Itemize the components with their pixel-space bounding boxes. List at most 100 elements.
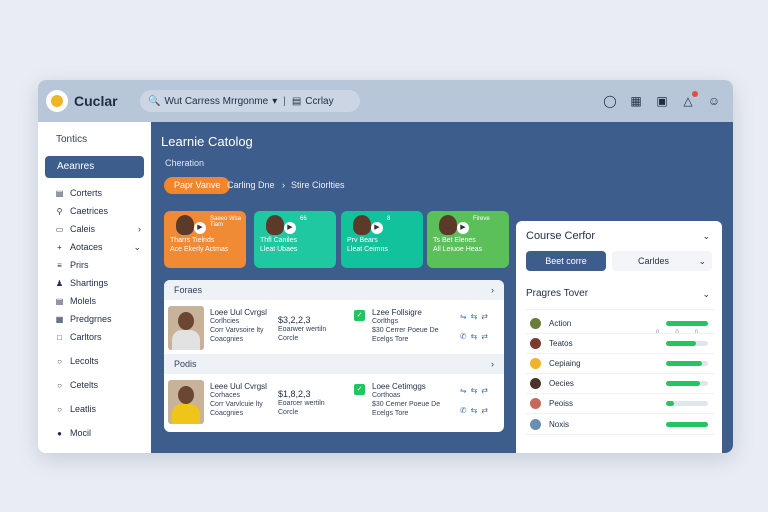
sync-icon[interactable]: ⇆ [471, 332, 482, 341]
filter-chip[interactable]: Stire Ciorlties [291, 180, 345, 190]
sidebar-item[interactable]: ⚲ Caetrices [55, 202, 151, 220]
filter-label[interactable]: Ccrlay [305, 96, 333, 107]
row-actions[interactable]: ✆⇆⇄ [460, 406, 492, 415]
share-icon[interactable]: ⇄ [481, 312, 492, 321]
sidebar-item-active[interactable]: Aeanres [45, 156, 144, 178]
phone-icon[interactable]: ✆ [460, 406, 471, 415]
search-input[interactable]: Wut Carress Mrrgonme [164, 96, 268, 107]
section-header[interactable]: Foraes › [164, 280, 504, 300]
sidebar-item[interactable]: ○ Lecolts [55, 352, 151, 370]
card-text: Tharrs Tielnds Ace Ekerly Actmas [170, 236, 240, 254]
people-icon: ♟ [55, 278, 64, 288]
sidebar-item[interactable]: ● Mocil [55, 424, 151, 442]
sidebar-item[interactable]: ≡ Prirs [55, 256, 151, 274]
sidebar-item[interactable]: + Aotaces ⌄ [55, 238, 151, 256]
search-bar[interactable]: 🔍 Wut Carress Mrrgonme ▾ | ▤ Ccrlay [140, 90, 360, 112]
play-icon[interactable]: ▶ [457, 222, 469, 234]
sync-icon[interactable]: ⇆ [471, 312, 482, 321]
progress-row[interactable]: Cepiaing [530, 356, 710, 370]
sidebar-item[interactable]: ▤ Molels [55, 292, 151, 310]
sidebar-item[interactable]: ▭ Caleis › [55, 220, 151, 238]
row-number: $1,8,2,3 [278, 389, 311, 399]
progress-row[interactable]: Peoiss [530, 396, 710, 410]
progress-fill [666, 400, 674, 406]
progress-label: Peoiss [549, 398, 574, 408]
divider [526, 413, 714, 414]
sidebar-item[interactable]: □ Carltors [55, 328, 151, 346]
link-icon[interactable]: ⇋ [460, 386, 471, 395]
brand[interactable]: Cuclar [46, 90, 134, 112]
row-actions[interactable]: ✆⇆⇄ [460, 332, 492, 341]
notification-icon[interactable]: △ [681, 91, 698, 108]
chevron-right-icon: › [282, 180, 285, 190]
progress-row[interactable]: Action [530, 316, 710, 330]
progress-row[interactable]: Noxis [530, 417, 710, 431]
play-icon[interactable]: ▶ [371, 222, 383, 234]
progress-label: Teatos [549, 338, 573, 348]
phone-icon[interactable]: ✆ [460, 332, 471, 341]
sidebar-item-label: Carltors [70, 332, 102, 342]
row-course-title: Lzee Follsigre [372, 308, 422, 317]
grid-icon[interactable]: ▦ [629, 94, 643, 108]
row-title: Leee Uul Cvrgsl [210, 382, 267, 391]
share-icon[interactable]: ⇄ [481, 386, 492, 395]
sync-icon[interactable]: ⇆ [471, 406, 482, 415]
segment-dropdown[interactable]: Carldes ⌄ [612, 251, 712, 271]
chevron-down-icon[interactable]: ⌄ [702, 231, 710, 242]
progress-label: Cepiaing [549, 358, 581, 368]
progress-row[interactable]: Oecies [530, 376, 710, 390]
sidebar-item[interactable]: ▦ Predgrnes [55, 310, 151, 328]
row-actions[interactable]: ⇋⇆⇄ [460, 386, 492, 395]
row-meta: $30 Cerner Poeue De [372, 401, 441, 408]
table-row[interactable]: Leee Uul Cvrgsl Corhaces Corr Varvlcuie lt… [164, 374, 504, 428]
chevron-down-icon[interactable]: ⌄ [702, 289, 710, 300]
course-card[interactable]: ▶ Saeeo Wsa Tiam Tharrs Tielnds Ace Ekerl… [164, 211, 246, 268]
card-tag: 8 [387, 216, 391, 222]
sidebar-item-label: Aotaces [70, 242, 103, 252]
play-icon[interactable]: ▶ [194, 222, 206, 234]
course-list-panel: Foraes › Loee Uul Cvrgsl Corlhcies Corr Var… [164, 280, 504, 432]
sidebar-item[interactable]: ♟ Shartings [55, 274, 151, 292]
sync-icon[interactable]: ⇆ [471, 386, 482, 395]
sidebar-item[interactable]: ○ Leatlis [55, 400, 151, 418]
course-card[interactable]: ▶ 66 Thfl Caniles Lleat Ubaes [254, 211, 336, 268]
filter-chip[interactable]: Carling Dne [227, 180, 275, 190]
divider [526, 309, 714, 310]
circle-icon: ○ [57, 356, 62, 366]
avatar [266, 215, 284, 235]
filter-chip-active[interactable]: Papr Vanve [164, 177, 231, 194]
share-icon[interactable]: ⇄ [481, 406, 492, 415]
sidebar-item[interactable]: ○ Cetelts [55, 376, 151, 394]
sidebar-item-label: Predgrnes [70, 314, 112, 324]
sidebar-item[interactable]: ▤ Corterts [55, 184, 151, 202]
link-icon[interactable]: ⇋ [460, 312, 471, 321]
play-icon[interactable]: ▶ [284, 222, 296, 234]
sidebar-item-label: Leatlis [70, 404, 97, 414]
card-title: Prv Bears [347, 237, 378, 244]
course-card[interactable]: ▶ 8 Prv Bears Lleat Ceimns [341, 211, 423, 268]
row-course-title: Loee Cetimggs [372, 382, 426, 391]
course-card[interactable]: ▶ Fireve Ts Bet Elenes All Leiuoe Heas [427, 211, 509, 268]
progress-bar [666, 340, 708, 346]
row-actions[interactable]: ⇋⇆⇄ [460, 312, 492, 321]
message-icon[interactable]: ▣ [655, 94, 669, 108]
section-header[interactable]: Podis › [164, 354, 504, 374]
divider: | [283, 95, 286, 107]
progress-row[interactable]: Teatos [530, 336, 710, 350]
chevron-right-icon: › [491, 359, 494, 369]
notification-badge [692, 91, 698, 97]
sidebar-item-label: Caleis [70, 224, 96, 234]
share-icon[interactable]: ⇄ [481, 332, 492, 341]
segment-label: Carldes [638, 256, 670, 266]
table-row[interactable]: Loee Uul Cvrgsl Corlhcies Corr Varvsoire l… [164, 300, 504, 354]
profile-icon[interactable]: ☺ [707, 94, 721, 108]
sidebar-item-label: Molels [70, 296, 97, 306]
segment-active[interactable]: Beet corre [526, 251, 606, 271]
avatar [530, 357, 541, 369]
card-subtitle: Lleat Ceimns [347, 246, 388, 253]
user-icon[interactable]: ◯ [603, 94, 617, 108]
chevron-down-icon[interactable]: ▾ [272, 96, 277, 107]
avatar [530, 377, 541, 389]
row-meta: Corr Varvsoire lty [210, 327, 264, 334]
circle-icon: ○ [57, 404, 62, 414]
